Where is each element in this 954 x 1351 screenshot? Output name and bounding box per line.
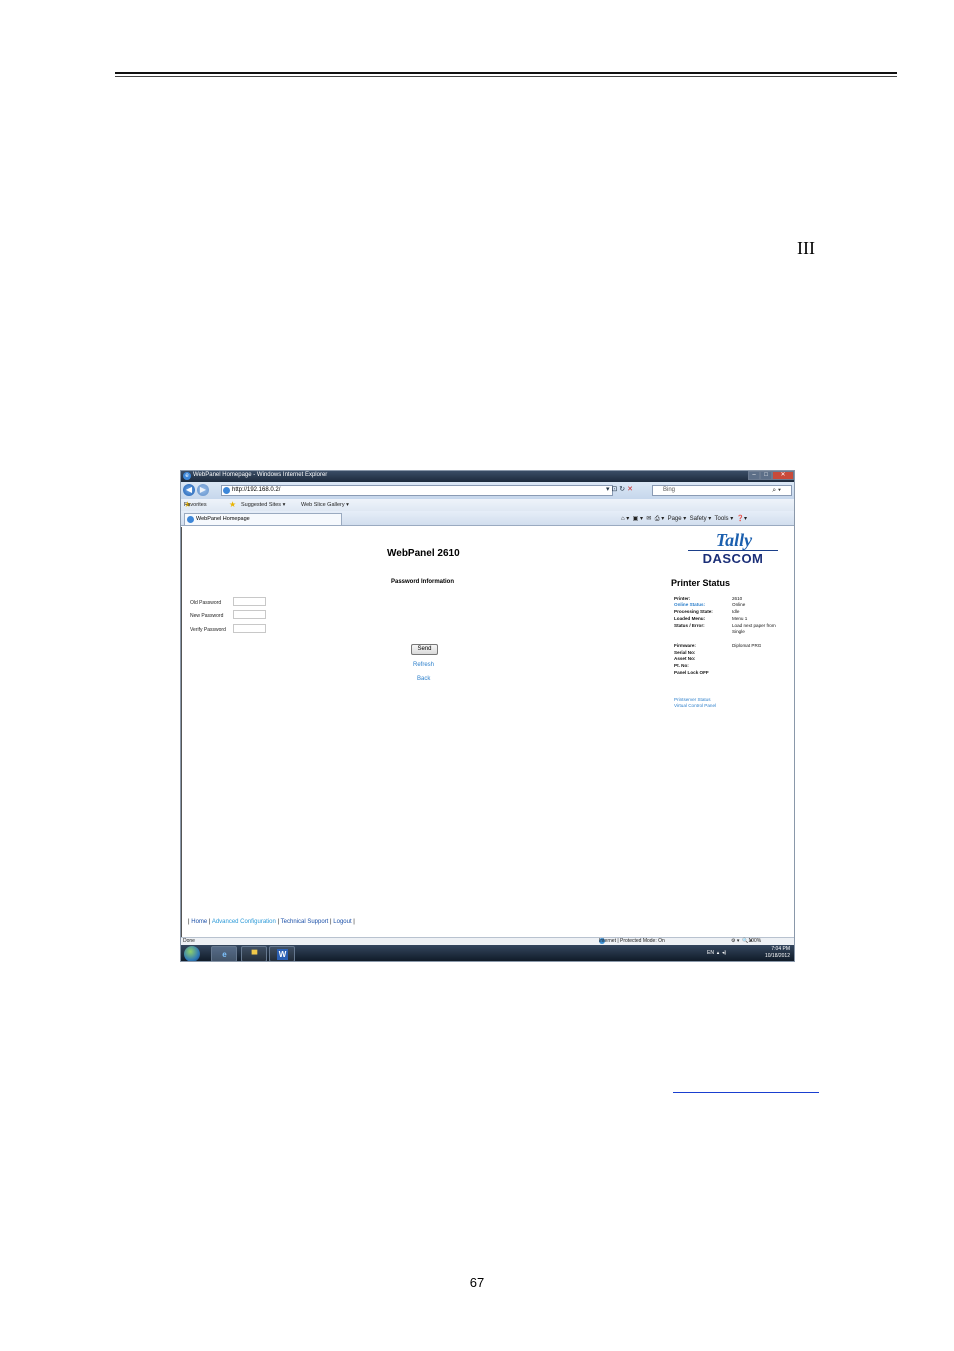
page-icon	[187, 516, 194, 523]
feeds-icon[interactable]: ▣ ▾	[633, 516, 643, 522]
help-icon[interactable]: ❓▾	[737, 516, 747, 522]
detail-value: Diplomat PRG	[732, 643, 762, 648]
start-button-icon[interactable]	[184, 946, 200, 961]
safety-menu[interactable]: Safety ▾	[690, 516, 712, 522]
word-icon: W	[277, 949, 288, 960]
virtual-control-panel-link[interactable]: Virtual Control Panel	[674, 703, 716, 708]
status-value: Load next paper from	[732, 623, 776, 628]
send-button[interactable]: Send	[411, 644, 438, 655]
tab-webpanel-homepage[interactable]: WebPanel Homepage	[184, 513, 342, 525]
new-password-label: New Password	[190, 613, 224, 619]
tally-logo: Tally	[715, 530, 753, 550]
verify-password-label: Verify Password	[190, 627, 226, 633]
detail-label: Pt. No:	[674, 663, 689, 668]
dascom-logo: DASCOM	[688, 550, 778, 566]
status-label: Status / Error:	[674, 623, 705, 628]
status-label: Loaded Menu:	[674, 616, 706, 621]
back-arrow-icon[interactable]: ◀	[183, 484, 195, 496]
header-rule-thick	[115, 72, 897, 74]
status-value: Idle	[732, 609, 740, 614]
web-slice-gallery-link[interactable]: Web Slice Gallery ▾	[301, 499, 349, 511]
taskbar-word-button[interactable]: W	[269, 946, 295, 961]
print-icon[interactable]: ⎙ ▾	[655, 516, 664, 522]
advanced-configuration-link[interactable]: Advanced Configuration	[212, 919, 276, 925]
taskbar-ie-button[interactable]: e	[211, 946, 237, 961]
logout-link[interactable]: Logout	[333, 919, 351, 925]
favorites-bar: ★ Favorites ★ Suggested Sites ▾ Web Slic…	[181, 499, 794, 511]
zoom-control[interactable]: ⚙ ▾ 🔍 100% ▾	[731, 938, 761, 945]
verify-password-input[interactable]	[233, 624, 266, 633]
home-link[interactable]: Home	[191, 919, 207, 925]
page-title: WebPanel 2610	[387, 548, 460, 559]
status-bar: Done Internet | Protected Mode: On ⚙ ▾ 🔍…	[181, 937, 794, 945]
status-value: Online	[732, 602, 746, 607]
window-controls: – □ ✕	[748, 471, 794, 481]
tools-menu[interactable]: Tools ▾	[715, 516, 734, 522]
detail-label: Serial No:	[674, 650, 696, 655]
status-label: Processing State:	[674, 609, 713, 614]
home-icon[interactable]: ⌂ ▾	[621, 516, 629, 522]
tab-bar: WebPanel Homepage ⌂ ▾ ▣ ▾ ✉ ⎙ ▾ Page ▾ S…	[181, 511, 794, 526]
window-title: WebPanel Homepage - Windows Internet Exp…	[193, 472, 328, 478]
old-password-input[interactable]	[233, 597, 266, 606]
technical-support-link[interactable]: Technical Support	[281, 919, 329, 925]
maximize-icon[interactable]: □	[760, 471, 772, 480]
clock[interactable]: 7:04 PM 10/18/2012	[765, 946, 790, 960]
detail-label: Panel Lock OFF	[674, 670, 709, 675]
browser-screenshot: e WebPanel Homepage - Windows Internet E…	[180, 470, 795, 962]
status-text: Done	[183, 938, 195, 944]
windows-taskbar: e ▀ W EN ▴ ◂) 7:04 PM 10/18/2012	[181, 945, 794, 961]
folder-icon: ▀	[251, 950, 258, 959]
webpanel-content: WebPanel 2610 Password Information Old P…	[181, 527, 794, 937]
window-titlebar: e WebPanel Homepage - Windows Internet E…	[181, 471, 794, 482]
detail-label: Asset No:	[674, 656, 696, 661]
page-icon	[223, 487, 230, 494]
old-password-label: Old Password	[190, 600, 222, 606]
printserver-status-link[interactable]: Printserver Status	[674, 697, 711, 702]
taskbar-explorer-button[interactable]: ▀	[241, 946, 267, 961]
page-number: 67	[469, 1275, 485, 1290]
new-password-input[interactable]	[233, 610, 266, 619]
forward-arrow-icon[interactable]: ▶	[197, 484, 209, 496]
back-link[interactable]: Back	[417, 676, 430, 682]
minimize-icon[interactable]: –	[748, 471, 760, 480]
address-bar: ◀ ▶ http://192.168.0.2/ ▾ ⊡ ↻ ✕ Bing ⌕ ▾	[181, 482, 794, 499]
ie-icon: e	[183, 472, 191, 480]
status-value: Menu 1	[732, 616, 748, 621]
address-tools[interactable]: ▾ ⊡ ↻ ✕	[606, 485, 633, 493]
mail-icon[interactable]: ✉	[646, 516, 651, 522]
hyperlink-underline	[673, 1092, 819, 1093]
search-icon[interactable]: ⌕ ▾	[772, 486, 781, 495]
status-value: Single	[732, 629, 745, 634]
search-input[interactable]: Bing ⌕ ▾	[652, 485, 792, 496]
system-tray[interactable]: EN ▴ ◂)	[707, 950, 726, 956]
url-input[interactable]: http://192.168.0.2/	[221, 485, 613, 496]
printer-status-title: Printer Status	[671, 578, 731, 588]
close-icon[interactable]: ✕	[772, 471, 794, 480]
footer-links: | Home | Advanced Configuration | Techni…	[188, 919, 355, 925]
page-menu[interactable]: Page ▾	[668, 516, 687, 522]
password-heading: Password Information	[391, 579, 455, 585]
refresh-link[interactable]: Refresh	[413, 662, 434, 668]
detail-label: Firmware:	[674, 643, 696, 648]
ie-icon: e	[222, 950, 227, 959]
command-bar: ⌂ ▾ ▣ ▾ ✉ ⎙ ▾ Page ▾ Safety ▾ Tools ▾ ❓▾	[621, 514, 747, 524]
status-label: Printer:	[674, 596, 691, 601]
status-value: 2610	[732, 596, 743, 601]
online-status-link[interactable]: Online Status:	[674, 602, 705, 607]
suggested-sites-link[interactable]: Suggested Sites ▾	[241, 499, 285, 511]
header-rule-thin	[115, 76, 897, 77]
section-numeral: III	[797, 238, 815, 258]
